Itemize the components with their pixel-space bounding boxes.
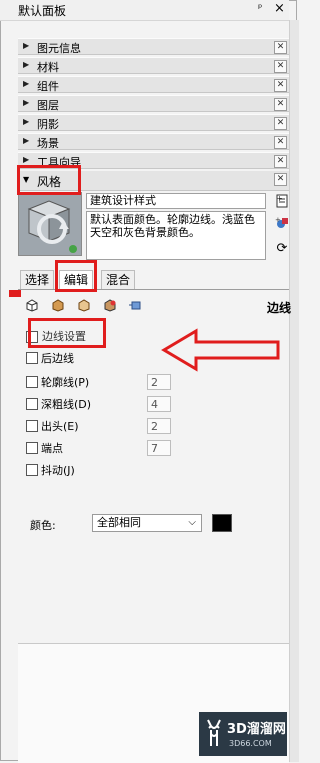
depth-cue-label: 深粗线(D) — [41, 398, 92, 411]
svg-text:+: + — [276, 194, 283, 203]
expand-arrow-icon: ▶ — [23, 155, 30, 164]
tray-label: 材料 — [37, 61, 59, 74]
tab-mix[interactable]: 混合 — [101, 270, 136, 289]
expand-arrow-icon: ▶ — [23, 98, 30, 107]
refresh-icon[interactable]: ⟳ — [275, 242, 289, 256]
tray-scenes[interactable]: ▶ 场景 ✕ — [18, 133, 289, 150]
expand-arrow-icon: ▶ — [23, 117, 30, 126]
tray-label: 图层 — [37, 99, 59, 112]
endpoints-checkbox[interactable] — [26, 442, 38, 454]
tray-entity-info[interactable]: ▶ 图元信息 ✕ — [18, 38, 289, 55]
panel-scroll-strip[interactable] — [289, 20, 299, 762]
style-description-field[interactable]: 默认表面颜色。轮廓边线。浅蓝色天空和灰色背景颜色。 — [86, 211, 266, 260]
back-edges-label: 后边线 — [41, 352, 74, 365]
style-thumbnail[interactable] — [18, 192, 82, 256]
jitter-label: 抖动(J) — [41, 464, 75, 477]
tab-select[interactable]: 选择 — [20, 270, 55, 289]
tray-label: 阴影 — [37, 118, 59, 131]
svg-text:+: + — [275, 216, 281, 224]
close-icon[interactable]: ✕ — [274, 173, 287, 186]
edge-color-swatch[interactable] — [212, 514, 232, 532]
annotation-marker — [9, 290, 21, 297]
watermark-subtext: 3D66.COM — [229, 739, 272, 748]
background-settings-icon[interactable] — [77, 299, 91, 312]
highlight-edit-tab — [55, 260, 97, 292]
expand-arrow-icon: ▶ — [23, 41, 30, 50]
annotation-arrow-icon — [161, 328, 280, 372]
close-icon[interactable]: ✕ — [274, 41, 287, 54]
face-settings-icon[interactable] — [51, 299, 65, 312]
tray-materials[interactable]: ▶ 材料 ✕ — [18, 57, 289, 74]
close-icon[interactable]: ✕ — [274, 117, 287, 130]
endpoints-field[interactable]: 7 — [147, 440, 171, 456]
jitter-checkbox[interactable] — [26, 464, 38, 476]
create-style-icon[interactable]: + — [275, 216, 289, 230]
panel-title: 默认面板 — [18, 4, 67, 18]
watermark-logo: 3D溜溜网 3D66.COM — [199, 712, 287, 756]
tray-shadows[interactable]: ▶ 阴影 ✕ — [18, 114, 289, 131]
panel-titlebar[interactable]: 默认面板 ᵖ × — [0, 0, 289, 21]
color-label: 颜色: — [30, 519, 56, 532]
chevron-down-icon: ⌵ — [188, 517, 196, 528]
close-icon[interactable]: × — [274, 1, 285, 16]
tray-label: 组件 — [37, 80, 59, 93]
pin-icon[interactable]: ᵖ — [258, 3, 262, 14]
save-style-icon[interactable]: + — [275, 194, 289, 208]
expand-arrow-icon: ▶ — [23, 136, 30, 145]
watermark-settings-icon[interactable] — [103, 299, 117, 312]
back-edges-checkbox[interactable] — [26, 352, 38, 364]
close-icon[interactable]: ✕ — [274, 155, 287, 168]
highlight-edge-settings — [28, 318, 106, 348]
color-mode-value: 全部相同 — [97, 516, 141, 529]
close-icon[interactable]: ✕ — [274, 79, 287, 92]
extension-label: 出头(E) — [41, 420, 79, 433]
close-icon[interactable]: ✕ — [274, 136, 287, 149]
tray-layers[interactable]: ▶ 图层 ✕ — [18, 95, 289, 112]
highlight-style-tray — [17, 165, 81, 195]
depth-cue-checkbox[interactable] — [26, 398, 38, 410]
depth-cue-field[interactable]: 4 — [147, 396, 171, 412]
expand-arrow-icon: ▶ — [23, 79, 30, 88]
expand-arrow-icon: ▶ — [23, 60, 30, 69]
modeling-settings-icon[interactable] — [129, 299, 143, 312]
extension-field[interactable]: 2 — [147, 418, 171, 434]
close-icon[interactable]: ✕ — [274, 60, 287, 73]
tray-components[interactable]: ▶ 组件 ✕ — [18, 76, 289, 93]
extension-checkbox[interactable] — [26, 420, 38, 432]
section-title: 边线 — [267, 301, 292, 315]
style-name-field[interactable]: 建筑设计样式 — [86, 193, 266, 209]
deer-icon — [207, 719, 221, 746]
endpoints-label: 端点 — [41, 442, 63, 455]
color-mode-select[interactable]: 全部相同 ⌵ — [92, 514, 202, 532]
profiles-width-field[interactable]: 2 — [147, 374, 171, 390]
tray-label: 图元信息 — [37, 42, 81, 55]
tray-label: 场景 — [37, 137, 59, 150]
profiles-label: 轮廓线(P) — [41, 376, 90, 389]
profiles-checkbox[interactable] — [26, 376, 38, 388]
close-icon[interactable]: ✕ — [274, 98, 287, 111]
edge-settings-icon[interactable] — [25, 299, 39, 312]
watermark-text: 3D溜溜网 — [227, 722, 286, 737]
